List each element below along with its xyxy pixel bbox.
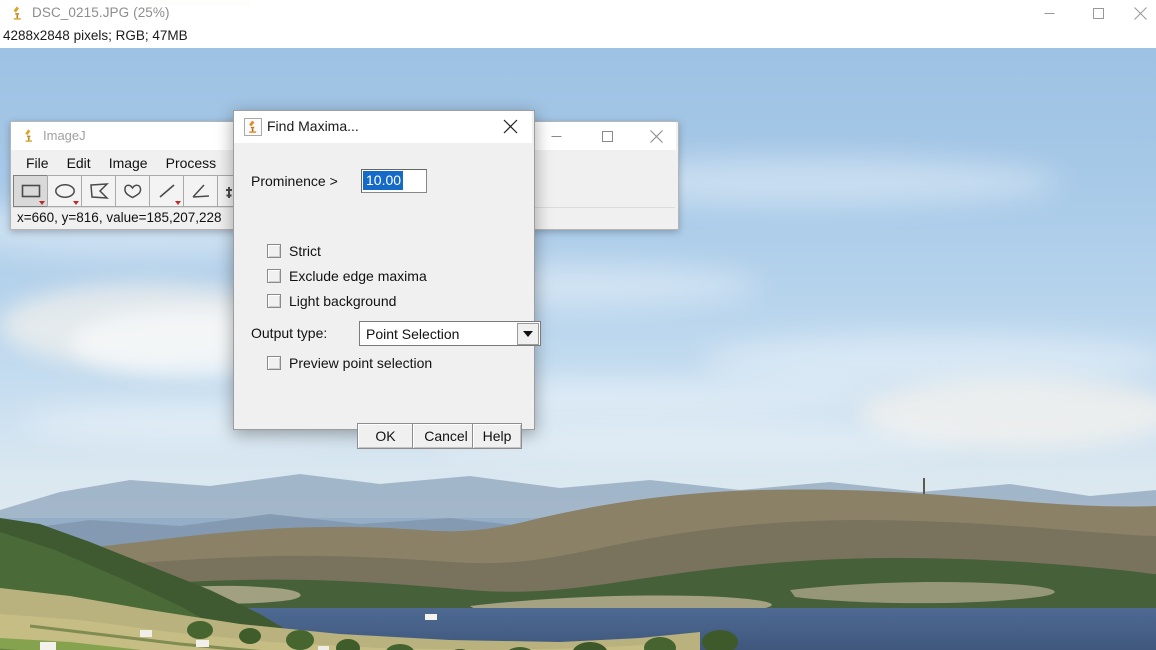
chevron-down-icon[interactable] [517, 323, 539, 345]
exclude-edge-maxima-checkbox[interactable] [267, 269, 281, 283]
preview-point-selection-checkbox-row[interactable]: Preview point selection [267, 353, 432, 373]
minimize-icon[interactable] [1026, 0, 1072, 27]
angle-tool[interactable] [183, 175, 218, 207]
prominence-input[interactable]: 10.00 [361, 169, 427, 193]
cloud [700, 333, 1156, 388]
find-maxima-dialog[interactable]: Find Maxima... Prominence > 10.00 Strict [233, 110, 541, 449]
rectangle-selection-tool[interactable] [13, 175, 48, 207]
ok-button[interactable]: OK [357, 423, 414, 449]
strict-checkbox[interactable] [267, 244, 281, 258]
image-info-text: 4288x2848 pixels; RGB; 47MB [3, 28, 188, 43]
close-icon[interactable] [636, 122, 676, 150]
prominence-label: Prominence > [251, 173, 338, 189]
menu-image[interactable]: Image [100, 153, 157, 173]
prominence-row: Prominence > 10.00 [251, 169, 516, 195]
menu-process[interactable]: Process [157, 153, 226, 173]
polygon-selection-tool[interactable] [81, 175, 116, 207]
maximize-icon[interactable] [1075, 0, 1121, 27]
cancel-button[interactable]: Cancel [412, 423, 480, 449]
imagej-microscope-icon [244, 118, 262, 136]
help-button[interactable]: Help [472, 423, 522, 449]
dialog-button-bar: OK Cancel Help [234, 423, 532, 453]
strict-label: Strict [289, 243, 321, 259]
light-background-checkbox-row[interactable]: Light background [267, 291, 396, 311]
exclude-edge-maxima-label: Exclude edge maxima [289, 268, 427, 284]
dialog-titlebar[interactable]: Find Maxima... [234, 111, 532, 144]
preview-point-selection-label: Preview point selection [289, 355, 433, 371]
output-type-value: Point Selection [366, 325, 460, 342]
maximize-icon[interactable] [583, 122, 631, 150]
foreground-hillside [0, 518, 738, 650]
imagej-microscope-icon [13, 6, 21, 20]
strict-checkbox-row[interactable]: Strict [267, 241, 321, 261]
tool-dropdown-arrow [175, 201, 181, 205]
dialog-body: Prominence > 10.00 Strict Exclude edge m… [234, 143, 541, 449]
straight-line-tool[interactable] [149, 175, 184, 207]
light-background-label: Light background [289, 293, 397, 309]
output-type-select[interactable]: Point Selection [359, 321, 541, 346]
menu-file[interactable]: File [17, 153, 58, 173]
close-icon[interactable] [488, 111, 532, 142]
tool-dropdown-arrow [39, 201, 45, 205]
output-type-label: Output type: [251, 325, 328, 341]
preview-point-selection-checkbox[interactable] [267, 356, 281, 370]
light-background-checkbox[interactable] [267, 294, 281, 308]
minimize-icon[interactable] [532, 122, 580, 150]
menu-edit[interactable]: Edit [58, 153, 100, 173]
dialog-title: Find Maxima... [267, 118, 359, 134]
imagej-window-title: ImageJ [43, 128, 86, 143]
oval-selection-tool[interactable] [47, 175, 82, 207]
tool-dropdown-arrow [73, 201, 79, 205]
exclude-edge-maxima-checkbox-row[interactable]: Exclude edge maxima [267, 266, 427, 286]
output-type-row: Output type: Point Selection [251, 321, 541, 346]
image-info-bar: 4288x2848 pixels; RGB; 47MB [0, 27, 1156, 48]
prominence-input-value: 10.00 [363, 171, 404, 190]
imagej-microscope-icon [25, 129, 32, 142]
image-window-titlebar[interactable]: DSC_0215.JPG (25%) [0, 0, 1156, 28]
close-icon[interactable] [1124, 0, 1156, 27]
imagej-status-text: x=660, y=816, value=185,207,228 [17, 210, 222, 225]
image-window-title: DSC_0215.JPG (25%) [32, 5, 170, 20]
freehand-selection-tool[interactable] [115, 175, 150, 207]
screen: DSC_0215.JPG (25%) 4288x2848 pixels; RGB… [0, 0, 1156, 650]
